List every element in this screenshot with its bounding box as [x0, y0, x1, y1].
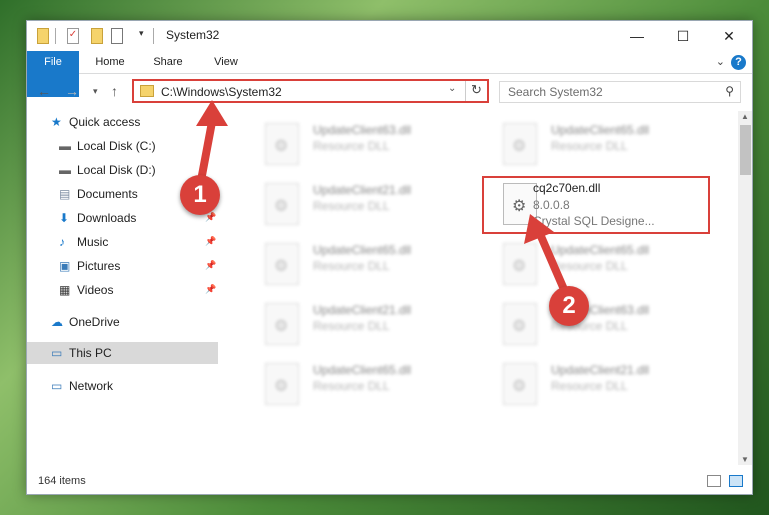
arrow-1-head [196, 100, 228, 126]
arrow-2-line [536, 230, 570, 298]
step-badge-1: 1 [180, 175, 220, 215]
annotation-arrows [196, 100, 570, 298]
step-badge-2: 2 [549, 286, 589, 326]
